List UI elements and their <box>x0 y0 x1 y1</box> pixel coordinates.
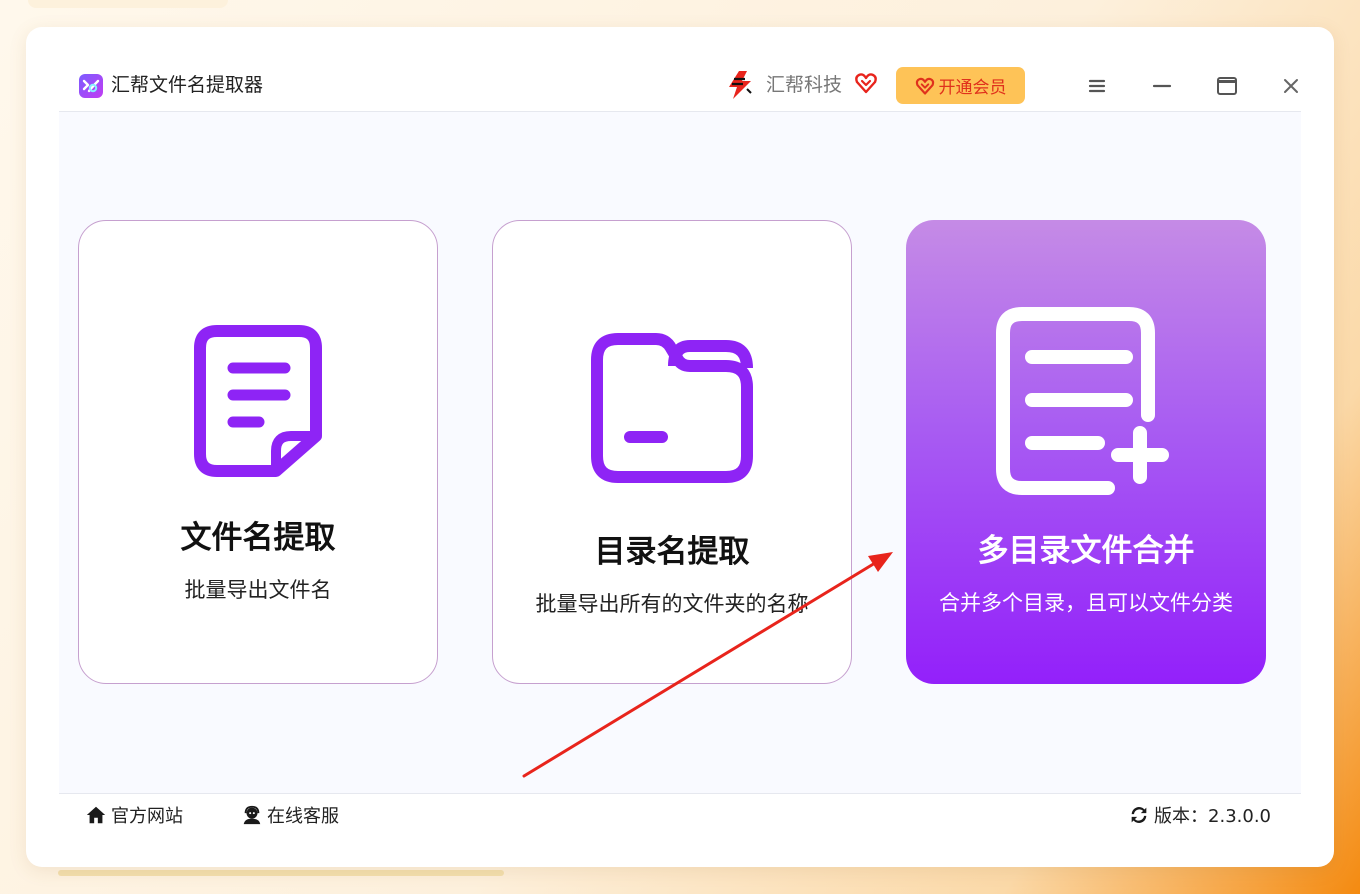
vip-heart-icon <box>915 77 934 95</box>
menu-button[interactable] <box>1083 72 1111 100</box>
home-icon <box>86 806 106 824</box>
heart-gem-icon <box>855 73 877 94</box>
card-title: 目录名提取 <box>594 534 750 570</box>
card-dirname-extract[interactable]: 目录名提取 批量导出所有的文件夹的名称 <box>492 220 852 684</box>
window-frame: 汇帮文件名提取器 汇帮科技 开通会员 文件名提取 批量导出文件名 目录名提取 批… <box>26 27 1334 867</box>
version-info: 版本：2.3.0.0 <box>1128 794 1271 836</box>
card-multi-dir-merge[interactable]: 多目录文件合并 合并多个目录，且可以文件分类 <box>906 220 1266 684</box>
close-icon <box>1284 79 1298 93</box>
minimize-icon <box>1152 84 1172 88</box>
vip-button-label: 开通会员 <box>938 78 1007 98</box>
taskbar-highlight <box>58 870 504 876</box>
maximize-icon <box>1217 77 1237 95</box>
maximize-button[interactable] <box>1213 72 1241 100</box>
refresh-icon <box>1131 807 1147 823</box>
brand-name: 汇帮科技 <box>766 74 843 96</box>
hamburger-menu-icon <box>1088 79 1106 93</box>
list-add-icon <box>996 307 1169 495</box>
online-support-link[interactable]: 在线客服 <box>241 794 339 836</box>
document-icon <box>194 325 322 477</box>
version-label: 版本：2.3.0.0 <box>1154 806 1271 827</box>
folder-icon <box>591 333 753 483</box>
brand-logo-icon <box>729 71 752 99</box>
customer-service-icon <box>243 805 261 825</box>
card-description: 合并多个目录，且可以文件分类 <box>939 591 1233 615</box>
background-tab <box>28 0 228 8</box>
minimize-button[interactable] <box>1148 72 1176 100</box>
card-title: 文件名提取 <box>180 520 336 556</box>
app-logo-icon <box>79 74 103 98</box>
status-bar: 官方网站 在线客服 版本：2.3.0.0 <box>59 793 1301 836</box>
vip-button[interactable]: 开通会员 <box>896 67 1025 104</box>
card-filename-extract[interactable]: 文件名提取 批量导出文件名 <box>78 220 438 684</box>
card-description: 批量导出文件名 <box>184 578 332 602</box>
official-website-link[interactable]: 官方网站 <box>85 794 183 836</box>
card-title: 多目录文件合并 <box>977 533 1195 569</box>
title-bar: 汇帮文件名提取器 汇帮科技 开通会员 <box>59 59 1301 112</box>
card-description: 批量导出所有的文件夹的名称 <box>535 592 809 616</box>
app-title: 汇帮文件名提取器 <box>111 74 264 96</box>
app-window: 汇帮文件名提取器 汇帮科技 开通会员 文件名提取 批量导出文件名 目录名提取 批… <box>59 59 1301 836</box>
close-button[interactable] <box>1277 72 1305 100</box>
online-support-label: 在线客服 <box>267 806 339 827</box>
official-website-label: 官方网站 <box>111 806 183 827</box>
